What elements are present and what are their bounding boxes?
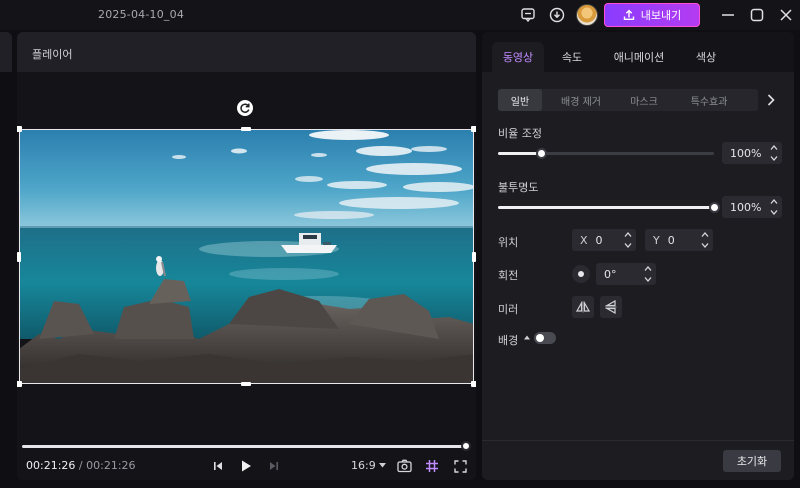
resize-handle-br[interactable]: [471, 381, 476, 387]
next-frame-icon[interactable]: [266, 458, 282, 474]
aspect-ratio-value: 16:9: [351, 459, 376, 472]
total-time: 00:21:26: [86, 459, 136, 472]
position-y-prefix: Y: [653, 233, 660, 247]
chevron-up-icon[interactable]: [524, 335, 530, 340]
background-label: 배경: [498, 334, 519, 347]
player-title: 플레이어: [32, 48, 73, 61]
position-x-prefix: X: [580, 233, 588, 247]
rotation-value: 0°: [604, 267, 617, 281]
resize-handle-tr[interactable]: [471, 126, 476, 132]
player-header: [17, 32, 476, 72]
resize-handle-right[interactable]: [472, 252, 476, 262]
reset-button[interactable]: 초기화: [723, 450, 781, 472]
mirror-label: 미러: [498, 303, 519, 316]
aspect-ratio-select[interactable]: 16:9: [351, 459, 386, 472]
subtab-effects[interactable]: 특수효과: [676, 89, 742, 111]
maximize-icon[interactable]: [748, 6, 766, 24]
timecode: 00:21:26 / 00:21:26: [26, 459, 136, 472]
opacity-slider-fill: [498, 206, 714, 209]
position-x-input[interactable]: X 0: [572, 229, 636, 251]
minimize-icon[interactable]: [719, 6, 737, 24]
feedback-icon[interactable]: [519, 6, 537, 24]
resize-handle-top[interactable]: [241, 127, 251, 131]
resize-handle-left[interactable]: [17, 252, 21, 262]
resize-handle-bottom[interactable]: [241, 382, 251, 386]
avatar[interactable]: [576, 4, 598, 26]
property-tabs: 동영상 속도 애니메이션 색상: [482, 32, 794, 72]
position-y-input[interactable]: Y 0: [645, 229, 713, 251]
rotate-icon[interactable]: [237, 100, 253, 116]
upload-icon: [623, 9, 635, 21]
resize-handle-bl[interactable]: [17, 381, 22, 387]
rotation-dial-icon[interactable]: [572, 265, 590, 283]
stepper-arrows-icon[interactable]: [644, 266, 652, 282]
rotation-label: 회전: [498, 269, 519, 282]
stepper-arrows-icon[interactable]: [701, 232, 709, 248]
selection-frame: [19, 129, 474, 384]
opacity-label: 불투명도: [498, 181, 539, 194]
flip-horizontal-icon[interactable]: [572, 296, 594, 318]
position-x-value: 0: [595, 233, 603, 247]
tab-color[interactable]: 색상: [686, 42, 726, 72]
chevron-down-icon: [378, 463, 386, 468]
snapshot-icon[interactable]: [396, 458, 412, 474]
tab-speed[interactable]: 속도: [552, 42, 592, 72]
subtab-mask[interactable]: 마스크: [618, 89, 670, 111]
scale-slider[interactable]: [498, 152, 714, 155]
position-y-value: 0: [667, 233, 675, 247]
opacity-slider-knob[interactable]: [708, 202, 720, 213]
timeline-playhead[interactable]: [461, 441, 471, 451]
position-label: 위치: [498, 236, 519, 249]
left-panel-edge: [0, 32, 12, 72]
stepper-arrows-icon[interactable]: [770, 145, 778, 161]
scale-slider-fill: [498, 152, 542, 155]
playback-timeline[interactable]: [22, 445, 466, 448]
player-panel: 플레이어 00:21:26 / 00:21:26 16:9: [17, 32, 476, 480]
panel-footer-divider: [482, 440, 794, 441]
flip-vertical-icon[interactable]: [600, 296, 622, 318]
title-bar: 2025-04-10_04 내보내기: [0, 0, 800, 30]
play-icon[interactable]: [238, 458, 254, 474]
background-toggle[interactable]: [534, 332, 556, 344]
prev-frame-icon[interactable]: [210, 458, 226, 474]
close-icon[interactable]: [777, 6, 795, 24]
grid-icon[interactable]: [424, 458, 440, 474]
tab-animation[interactable]: 애니메이션: [604, 42, 674, 72]
download-icon[interactable]: [548, 6, 566, 24]
export-button[interactable]: 내보내기: [604, 3, 700, 27]
current-time: 00:21:26: [26, 459, 76, 472]
time-separator: /: [78, 459, 83, 472]
fullscreen-icon[interactable]: [452, 458, 468, 474]
rotation-input[interactable]: 0°: [596, 263, 656, 285]
tab-video[interactable]: 동영상: [492, 42, 544, 72]
resize-handle-tl[interactable]: [17, 126, 22, 132]
properties-panel: 동영상 속도 애니메이션 색상 일반 배경 제거 마스크 특수효과 비율 조정 …: [482, 32, 794, 480]
opacity-slider[interactable]: [498, 206, 714, 209]
scale-input[interactable]: 100%: [722, 142, 782, 164]
project-name: 2025-04-10_04: [98, 8, 185, 21]
subtab-general[interactable]: 일반: [498, 89, 542, 111]
stepper-arrows-icon[interactable]: [624, 232, 632, 248]
stepper-arrows-icon[interactable]: [770, 199, 778, 215]
sub-tabs: 일반 배경 제거 마스크 특수효과: [498, 89, 758, 111]
export-label: 내보내기: [640, 9, 682, 22]
subtab-background-removal[interactable]: 배경 제거: [548, 89, 614, 111]
scale-value: 100%: [730, 146, 762, 160]
chevron-right-icon[interactable]: [764, 92, 778, 108]
opacity-value: 100%: [730, 200, 762, 214]
scale-label: 비율 조정: [498, 127, 542, 140]
opacity-input[interactable]: 100%: [722, 196, 782, 218]
scale-slider-knob[interactable]: [535, 148, 547, 159]
